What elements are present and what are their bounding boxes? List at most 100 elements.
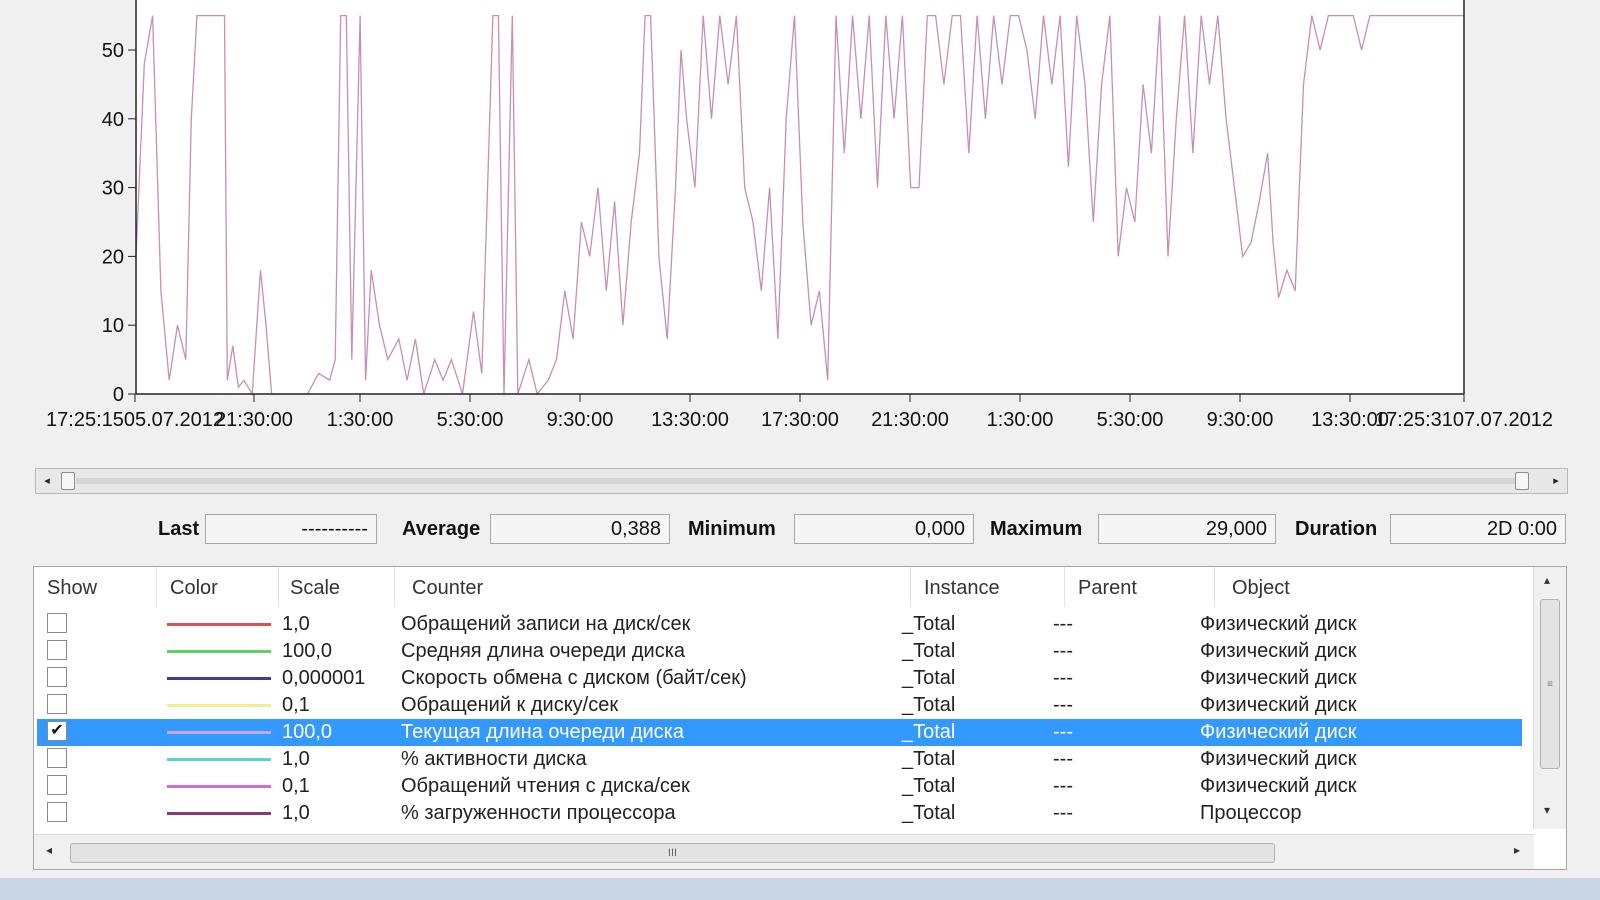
time-range-end-handle[interactable] <box>1515 472 1529 490</box>
duration-label: Duration <box>1295 518 1378 540</box>
color-swatch <box>167 623 271 626</box>
legend-row[interactable]: 0,1 Обращений к диску/сек _Total --- Физичес… <box>37 692 1522 719</box>
x-tick-label: 1:30:00 <box>987 409 1054 430</box>
x-tick-label: 9:30:00 <box>547 409 614 430</box>
color-swatch <box>167 731 271 734</box>
time-range-start-handle[interactable] <box>61 472 75 490</box>
scroll-up-icon[interactable]: ▴ <box>1544 573 1550 587</box>
show-checkbox[interactable] <box>47 667 67 687</box>
legend-vertical-scrollbar[interactable]: ▴ ≡ ▾ <box>1533 567 1566 829</box>
object-cell: Физический диск <box>1200 667 1357 689</box>
x-tick-label: 1:30:00 <box>327 409 394 430</box>
x-tick-label: 21:30:00 <box>215 409 293 430</box>
legend-row[interactable]: 1,0 Обращений записи на диск/сек _Total ---… <box>37 611 1522 638</box>
average-value: 0,388 <box>490 514 670 544</box>
y-tick-label: 40 <box>102 109 124 131</box>
y-tick-label: 10 <box>102 315 124 337</box>
legend-row[interactable]: 1,0 % загруженности процессора _Total --- Пр… <box>37 800 1522 827</box>
maximum-value: 29,000 <box>1098 514 1276 544</box>
instance-cell: _Total <box>902 802 956 824</box>
last-value: ---------- <box>205 514 377 544</box>
column-divider[interactable] <box>1214 567 1215 607</box>
column-header-scale[interactable]: Scale <box>290 577 340 600</box>
parent-cell: --- <box>1053 748 1073 770</box>
scroll-down-icon[interactable]: ▾ <box>1544 803 1550 817</box>
column-divider[interactable] <box>394 567 395 607</box>
x-tick-label: 9:30:00 <box>1207 409 1274 430</box>
color-swatch <box>167 650 271 653</box>
show-checkbox[interactable] <box>47 613 67 633</box>
x-tick-label: 17:30:00 <box>761 409 839 430</box>
column-header-show[interactable]: Show <box>47 577 97 600</box>
time-range-track[interactable] <box>76 478 1515 484</box>
counter-cell: Обращений чтения с диска/сек <box>401 775 690 797</box>
show-checkbox[interactable] <box>47 802 67 822</box>
column-header-counter[interactable]: Counter <box>412 577 483 600</box>
column-divider[interactable] <box>278 567 279 607</box>
scroll-right-icon[interactable]: ▸ <box>1514 843 1520 857</box>
color-swatch <box>167 704 271 707</box>
counter-cell: Текущая длина очереди диска <box>401 721 684 743</box>
counter-cell: Средняя длина очереди диска <box>401 640 686 662</box>
column-header-parent[interactable]: Parent <box>1078 577 1137 600</box>
legend-horizontal-scroll-thumb[interactable]: III <box>70 843 1275 863</box>
show-checkbox[interactable] <box>47 640 67 660</box>
show-checkbox[interactable]: ✔ <box>47 721 67 741</box>
column-header-object[interactable]: Object <box>1232 577 1290 600</box>
column-header-color[interactable]: Color <box>170 577 218 600</box>
parent-cell: --- <box>1053 694 1073 716</box>
color-swatch <box>167 758 271 761</box>
legend-horizontal-scrollbar[interactable]: ◂ III ▸ <box>34 834 1534 869</box>
x-tick-label: 17:25:1505.07.2012 <box>46 409 224 430</box>
minimum-value: 0,000 <box>794 514 974 544</box>
column-divider[interactable] <box>156 567 157 607</box>
instance-cell: _Total <box>902 694 956 716</box>
scroll-right-icon[interactable]: ▸ <box>1545 469 1567 493</box>
legend-row[interactable]: 1,0 % активности диска _Total --- Физический… <box>37 746 1522 773</box>
column-header-instance[interactable]: Instance <box>924 577 1000 600</box>
scale-cell: 1,0 <box>282 613 310 635</box>
last-label: Last <box>158 518 200 540</box>
scale-cell: 0,000001 <box>282 667 366 689</box>
scroll-left-icon[interactable]: ◂ <box>36 469 58 493</box>
scroll-left-icon[interactable]: ◂ <box>46 843 52 857</box>
column-divider[interactable] <box>910 567 911 607</box>
parent-cell: --- <box>1053 667 1073 689</box>
scale-cell: 1,0 <box>282 802 310 824</box>
legend-vertical-scroll-thumb[interactable]: ≡ <box>1540 599 1560 769</box>
check-icon: ✔ <box>50 722 64 739</box>
counter-cell: Обращений к диску/сек <box>401 694 619 716</box>
legend-row[interactable]: 0,1 Обращений чтения с диска/сек _Total ---… <box>37 773 1522 800</box>
color-swatch <box>167 785 271 788</box>
y-tick-label: 50 <box>102 40 124 62</box>
show-checkbox[interactable] <box>47 775 67 795</box>
x-tick-label: 17:25:3107.07.2012 <box>1375 409 1553 430</box>
column-divider[interactable] <box>1064 567 1065 607</box>
line-chart: 0102030405017:25:1505.07.201221:30:00 1:3… <box>46 0 1553 430</box>
scale-cell: 100,0 <box>282 721 333 743</box>
maximum-label: Maximum <box>990 518 1083 540</box>
instance-cell: _Total <box>902 667 956 689</box>
legend-row[interactable]: 0,000001 Скорость обмена с диском (байт/с… <box>37 665 1522 692</box>
scale-cell: 0,1 <box>282 775 310 797</box>
show-checkbox[interactable] <box>47 748 67 768</box>
counter-cell: % загруженности процессора <box>401 802 676 824</box>
x-tick-label: 13:30:00 <box>651 409 729 430</box>
parent-cell: --- <box>1053 721 1073 743</box>
legend-row[interactable]: 100,0 Средняя длина очереди диска _Total --… <box>37 638 1522 665</box>
instance-cell: _Total <box>902 748 956 770</box>
object-cell: Физический диск <box>1200 775 1357 797</box>
x-tick-label: 5:30:00 <box>1097 409 1164 430</box>
color-swatch <box>167 677 271 680</box>
y-tick-label: 0 <box>113 384 124 406</box>
minimum-label: Minimum <box>688 518 776 540</box>
time-range-scrollbar[interactable]: ◂ ▸ <box>35 468 1568 494</box>
instance-cell: _Total <box>902 640 956 662</box>
legend-row[interactable]: ✔ 100,0 Текущая длина очереди диска _Total -… <box>37 719 1522 746</box>
scale-cell: 100,0 <box>282 640 333 662</box>
chart-area: 0 10 20 30 40 50 17:25:1505.07.2012 21:30:00 1:3… <box>0 0 1600 430</box>
show-checkbox[interactable] <box>47 694 67 714</box>
parent-cell: --- <box>1053 613 1073 635</box>
scale-cell: 0,1 <box>282 694 310 716</box>
object-cell: Физический диск <box>1200 721 1357 743</box>
